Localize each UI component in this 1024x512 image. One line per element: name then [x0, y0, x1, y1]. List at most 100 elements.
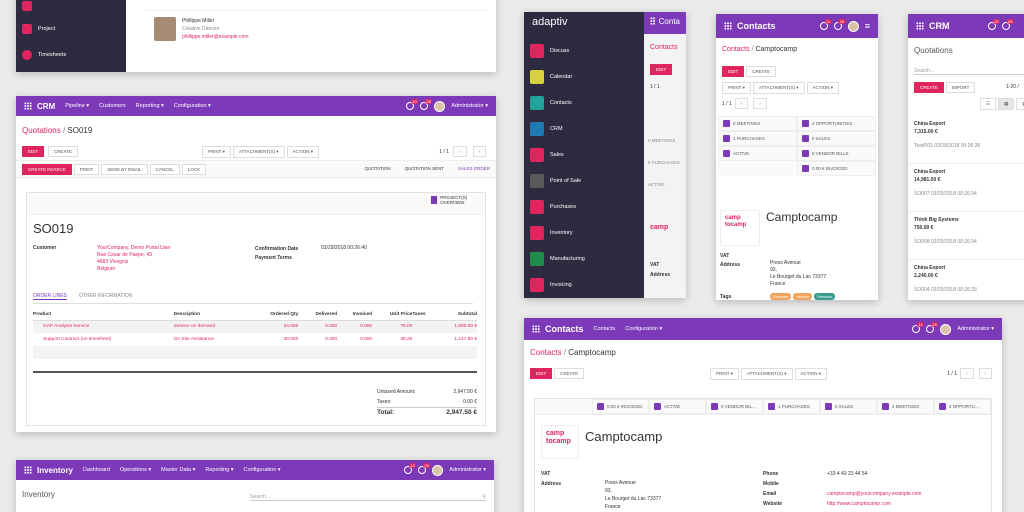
contact-email[interactable]: phillippe.miller@example.com [182, 33, 249, 41]
print-button[interactable]: PRINT [73, 164, 100, 175]
stat-sales[interactable]: 0 SALES [797, 131, 876, 146]
pager-prev-button[interactable]: ‹ [453, 146, 467, 157]
stat-sales[interactable]: 0 SALES [820, 399, 877, 414]
stat-vendor-bills[interactable]: 0 VENDOR BILLS [797, 146, 876, 161]
app-switcher[interactable]: Contacts [532, 324, 584, 334]
menu-master-data[interactable]: Master Data ▾ [161, 467, 195, 473]
stat-active[interactable]: ACTIVE [718, 146, 797, 161]
app-item-invoicing[interactable]: Invoicing [524, 272, 644, 298]
col-taxes[interactable]: Taxes [412, 309, 436, 320]
projects-overview-button[interactable]: PROJECT(S) OVERVIEW [431, 195, 481, 205]
col-unit-price[interactable]: Unit Price [372, 309, 412, 320]
user-menu[interactable]: Administrator ▾ [449, 467, 486, 473]
tag-badge[interactable]: Services [770, 293, 792, 300]
activity-icon[interactable]: 10 [988, 19, 1000, 30]
create-button[interactable]: CREATE [914, 82, 944, 93]
breadcrumb-quotations[interactable]: Quotations [22, 126, 61, 135]
kanban-view-icon[interactable]: ▦ [998, 98, 1015, 110]
stat-vendor-bills[interactable]: 0 VENDOR BIL... [706, 399, 763, 414]
app-item-sales[interactable]: Sales [524, 142, 644, 168]
stat-invoiced[interactable]: 0.00 € INVOICED [592, 399, 649, 414]
app-item-discuss[interactable]: Discuss [524, 38, 644, 64]
list-item[interactable]: China Export 14,981.00 € SO007 03/29/2018 … [908, 164, 1024, 212]
status-quotation-sent[interactable]: QUOTATION SENT [405, 166, 444, 171]
attachment-dropdown[interactable]: ATTACHMENT(S) ▾ [740, 368, 793, 380]
peek-stat-purchases[interactable]: 0 PURCHASES [648, 152, 680, 174]
stat-purchases[interactable]: 1 PURCHASES [763, 399, 820, 414]
list-view-icon[interactable]: ☰ [980, 98, 997, 110]
avatar[interactable] [434, 100, 446, 112]
status-sales-order[interactable]: SALES ORDER [458, 166, 490, 171]
stat-invoiced[interactable]: 0.00 € INVOICED [797, 161, 876, 176]
hamburger-menu-icon[interactable]: ≡ [865, 21, 870, 31]
list-item[interactable]: China Export 7,315.00 € Test/001 03/29/201… [908, 116, 1024, 164]
create-button[interactable]: CREATE [47, 146, 78, 157]
website-value[interactable]: http://www.camptocamp.com [827, 499, 921, 509]
app-item-calendar[interactable]: Calendar [524, 64, 644, 90]
table-row[interactable]: GAP Analysis Service Service on demand 2… [33, 320, 477, 333]
user-menu[interactable]: Administrator ▾ [957, 326, 994, 332]
import-button[interactable]: IMPORT [945, 82, 976, 93]
list-item[interactable]: Think Big Systems 750.00 € SO008 03/29/201… [908, 212, 1024, 260]
app-switcher[interactable]: Inventory [24, 466, 73, 475]
app-item-point-of-sale[interactable]: Point of Sale [524, 168, 644, 194]
peek-edit-button[interactable]: EDIT [650, 64, 673, 75]
stat-opportunities[interactable]: 2 OPPORTU... [934, 399, 991, 414]
avatar[interactable] [847, 20, 859, 32]
stat-meetings[interactable]: 0 MEETINGS [718, 116, 797, 131]
lock-button[interactable]: LOCK [181, 164, 207, 175]
messages-icon[interactable]: 29 [926, 322, 939, 333]
peek-stat-active[interactable]: ACTIVE [648, 174, 680, 196]
pager-prev-button[interactable]: ‹ [734, 98, 749, 109]
stat-meetings[interactable]: 2 MEETINGS [877, 399, 934, 414]
menu-customers[interactable]: Customers [99, 103, 126, 109]
search-input[interactable]: Search... [914, 68, 1024, 75]
sidebar-item-partial[interactable] [16, 0, 126, 16]
action-dropdown[interactable]: ACTION ▾ [794, 368, 828, 380]
sidebar-item-timesheets[interactable]: Timesheets [16, 42, 126, 68]
status-quotation[interactable]: QUOTATION [365, 166, 391, 171]
avatar[interactable] [432, 464, 444, 476]
breadcrumb-contacts[interactable]: Contacts [530, 348, 562, 357]
print-dropdown[interactable]: PRINT ▾ [722, 82, 751, 94]
list-item[interactable]: China Export 2,240.00 € SO004 03/29/2018 0… [908, 260, 1024, 300]
col-ordered-qty[interactable]: Ordered Qty [248, 309, 298, 320]
messages-icon[interactable]: 29 [418, 463, 431, 474]
tab-other-information[interactable]: OTHER INFORMATION [79, 293, 133, 300]
menu-pipeline[interactable]: Pipeline ▾ [65, 103, 89, 109]
menu-operations[interactable]: Operations ▾ [120, 467, 151, 473]
sidebar-item-project[interactable]: Project [16, 16, 126, 42]
email-value[interactable]: camptocamp@yourcompany.example.com [827, 489, 921, 499]
col-product[interactable]: Product [33, 309, 174, 320]
attachment-dropdown[interactable]: ATTACHMENT(S) ▾ [752, 82, 805, 94]
app-grid-icon[interactable] [650, 17, 655, 25]
table-row[interactable]: Support Contract (on timesheet) On Site … [33, 333, 477, 346]
app-item-inventory[interactable]: Inventory [524, 220, 644, 246]
messages-icon[interactable]: 28 [833, 19, 846, 30]
activity-icon[interactable]: 11 [912, 322, 925, 333]
col-description[interactable]: Description [174, 309, 248, 320]
menu-contacts[interactable]: Contacts [594, 326, 616, 332]
menu-reporting[interactable]: Reporting ▾ [205, 467, 233, 473]
send-email-button[interactable]: SEND BY EMAIL [101, 164, 148, 175]
create-button[interactable]: CREATE [746, 66, 777, 77]
app-item-manufacturing[interactable]: Manufacturing [524, 246, 644, 272]
app-item-crm[interactable]: CRM [524, 116, 644, 142]
user-menu[interactable]: Administrator ▾ [451, 103, 488, 109]
grid-view-icon[interactable]: ▦ [1016, 98, 1024, 110]
cancel-button[interactable]: CANCEL [149, 164, 180, 175]
action-dropdown[interactable]: ACTION ▾ [286, 146, 320, 158]
tag-badge[interactable]: Services [814, 293, 836, 300]
app-switcher[interactable]: CRM [24, 102, 55, 111]
menu-dashboard[interactable]: Dashboard [83, 467, 110, 473]
col-invoiced[interactable]: Invoiced [337, 309, 372, 320]
attachment-dropdown[interactable]: ATTACHMENT(S) ▾ [232, 146, 285, 158]
avatar[interactable] [940, 323, 952, 335]
breadcrumb-contacts[interactable]: Contacts [722, 46, 750, 53]
tag-badge[interactable]: Vendor [793, 293, 813, 300]
print-dropdown[interactable]: PRINT ▾ [710, 368, 739, 380]
tab-order-lines[interactable]: ORDER LINES [33, 293, 67, 300]
edit-button[interactable]: EDIT [722, 66, 745, 77]
stat-opportunities[interactable]: 2 OPPORTUNITIES [797, 116, 876, 131]
app-switcher[interactable]: Contacts [724, 21, 776, 31]
